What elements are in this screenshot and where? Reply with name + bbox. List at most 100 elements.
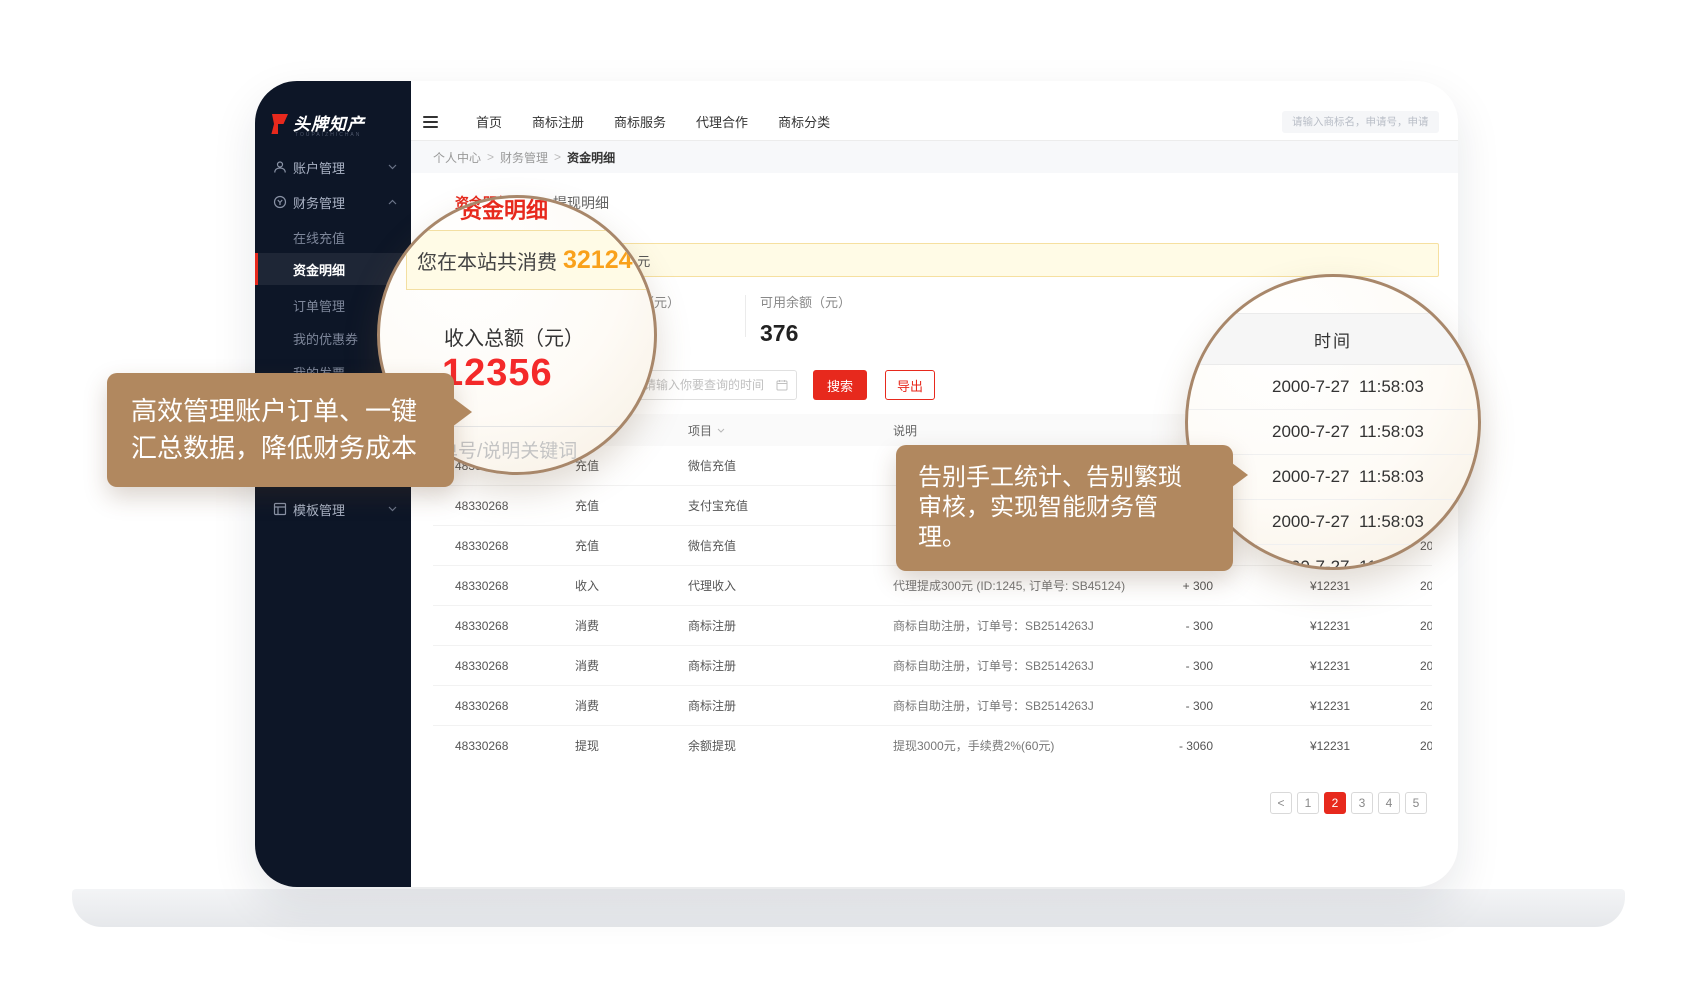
callout-left: 高效管理账户订单、一键 汇总数据，降低财务成本 (107, 373, 454, 487)
cell-desc: 商标自助注册，订单号：SB2514263J (893, 686, 1094, 725)
sidebar-item-label: 我的优惠券 (293, 329, 358, 348)
time-filter-input[interactable] (633, 370, 797, 400)
nav-item-agent-cooperation[interactable]: 代理合作 (696, 112, 748, 131)
table-row: 48330268 提现 余额提现 提现3000元，手续费2%(60元) - 30… (433, 726, 1432, 764)
finance-icon (273, 195, 287, 209)
pagination-page-4[interactable]: 4 (1378, 792, 1400, 814)
stat-value: 376 (760, 320, 851, 347)
cell-type: 消费 (575, 646, 599, 685)
hamburger-menu-icon[interactable] (423, 113, 438, 131)
pagination-prev-button[interactable]: < (1270, 792, 1292, 814)
cell-balance: ¥12231 (1260, 726, 1350, 764)
pagination-page-1[interactable]: 1 (1297, 792, 1319, 814)
stat-divider (745, 295, 746, 337)
cell-type: 充值 (575, 526, 599, 565)
cell-time: 2000-7-27 11:58:03 (1420, 646, 1432, 685)
cell-desc: 商标自助注册，订单号：SB2514263J (893, 606, 1094, 645)
table-row: 48330268 消费 商标注册 商标自助注册，订单号：SB2514263J -… (433, 646, 1432, 686)
magnified-income-label: 收入总额（元） (444, 322, 584, 351)
callout-left-line: 高效管理账户订单、一键 (131, 393, 430, 430)
nav-item-home[interactable]: 首页 (476, 112, 502, 131)
brand-logo-subtext: TOUPAIZHICHAN (295, 132, 361, 138)
cell-time: 2000-7-27 11:58:03 (1420, 566, 1432, 605)
table-row: 48330268 消费 商标注册 商标自助注册，订单号：SB2514263J -… (433, 686, 1432, 726)
nav-item-trademark-register[interactable]: 商标注册 (532, 112, 584, 131)
col-header-project[interactable]: 项目 (688, 414, 725, 446)
magnified-notice-bar: 您在本站共消费 32124 元 (406, 230, 657, 290)
cell-amount: + 300 (1123, 566, 1213, 605)
cell-project: 微信充值 (688, 446, 736, 485)
search-button[interactable]: 搜索 (813, 370, 867, 400)
sidebar-item-label: 财务管理 (293, 193, 345, 212)
col-header-desc: 说明 (893, 414, 917, 446)
chevron-up-icon (388, 199, 397, 205)
cell-type: 提现 (575, 726, 599, 764)
cell-amount: - 300 (1123, 686, 1213, 725)
cell-time: 2000-7-27 11:58:03 (1420, 726, 1432, 764)
cell-project: 商标注册 (688, 686, 736, 725)
magnified-time-column-header: 时间 (1188, 313, 1478, 365)
pagination: < 1 2 3 4 5 (1270, 792, 1427, 814)
callout-right-line: 告别手工统计、告别繁琐 (918, 463, 1211, 493)
pagination-page-2-active[interactable]: 2 (1324, 792, 1346, 814)
sidebar-item-label: 订单管理 (293, 296, 345, 315)
cell-order: 48330268 (455, 486, 508, 525)
cell-desc: 代理提成300元 (ID:1245, 订单号: SB45124) (893, 566, 1125, 605)
cell-balance: ¥12231 (1260, 566, 1350, 605)
sidebar-item-label: 模板管理 (293, 500, 345, 519)
time-filter-field (633, 370, 797, 400)
cell-amount: - 300 (1123, 606, 1213, 645)
magnified-income-value: 12356 (442, 352, 553, 395)
sidebar-item-account[interactable]: 账户管理 (255, 153, 411, 181)
nav-menu: 首页 商标注册 商标服务 代理合作 商标分类 (476, 112, 830, 131)
user-icon (273, 160, 287, 174)
magnified-time-cell: 2000-7-27 11:58:03 (1188, 365, 1478, 410)
callout-arrow-right-icon (452, 397, 472, 427)
cell-order: 48330268 (455, 686, 508, 725)
sidebar-item-template[interactable]: 模板管理 (255, 495, 411, 523)
sidebar-item-online-recharge[interactable]: 在线充值 (255, 223, 411, 251)
cell-type: 收入 (575, 566, 599, 605)
export-button[interactable]: 导出 (885, 370, 935, 400)
cell-balance: ¥12231 (1260, 646, 1350, 685)
cell-project: 代理收入 (688, 566, 736, 605)
chevron-down-icon (388, 164, 397, 170)
magnified-notice-prefix: 您在本站共消费 (417, 246, 557, 275)
cell-project: 商标注册 (688, 646, 736, 685)
callout-left-line: 汇总数据，降低财务成本 (131, 430, 430, 467)
brand-logo: 头牌知产 TOUPAIZHICHAN (268, 110, 408, 144)
laptop-base (72, 889, 1625, 927)
callout-arrow-right-icon (1232, 463, 1248, 487)
breadcrumb: 个人中心 > 财务管理 > 资金明细 (411, 141, 1458, 173)
cell-project: 支付宝充值 (688, 486, 748, 525)
pagination-page-3[interactable]: 3 (1351, 792, 1373, 814)
global-search-input[interactable] (1282, 111, 1439, 133)
cell-project: 微信充值 (688, 526, 736, 565)
cell-type: 消费 (575, 686, 599, 725)
cell-order: 48330268 (455, 606, 508, 645)
pagination-page-5[interactable]: 5 (1405, 792, 1427, 814)
table-row: 48330268 消费 商标注册 商标自助注册，订单号：SB2514263J -… (433, 606, 1432, 646)
cell-type: 充值 (575, 486, 599, 525)
calendar-icon[interactable] (776, 379, 788, 391)
page-root: 头牌知产 TOUPAIZHICHAN 账户管理 财务管理 (0, 0, 1696, 1002)
breadcrumb-part[interactable]: 财务管理 (500, 149, 548, 166)
callout-right-line: 理。 (918, 523, 1211, 553)
top-navbar: 首页 商标注册 商标服务 代理合作 商标分类 (411, 81, 1458, 141)
magnified-tab-label: 资金明细 (460, 195, 548, 225)
magnified-time-cell: 2000-7-27 11:58:03 (1188, 410, 1478, 455)
sidebar-item-finance[interactable]: 财务管理 (255, 188, 411, 216)
stat-label: 可用余额（元） (760, 292, 851, 311)
sidebar-item-label: 资金明细 (293, 260, 345, 279)
cell-balance: ¥12231 (1260, 686, 1350, 725)
cell-desc: 商标自助注册，订单号：SB2514263J (893, 646, 1094, 685)
cell-balance: ¥12231 (1260, 606, 1350, 645)
nav-item-trademark-category[interactable]: 商标分类 (778, 112, 830, 131)
breadcrumb-part[interactable]: 个人中心 (433, 149, 481, 166)
callout-right: 告别手工统计、告别繁琐 审核，实现智能财务管 理。 (896, 445, 1233, 571)
callout-right-line: 审核，实现智能财务管 (918, 493, 1211, 523)
col-header-label: 项目 (688, 422, 712, 439)
nav-item-trademark-service[interactable]: 商标服务 (614, 112, 666, 131)
brand-logo-icon (268, 112, 289, 141)
cell-time: 2000-7-27 11:58:03 (1420, 686, 1432, 725)
